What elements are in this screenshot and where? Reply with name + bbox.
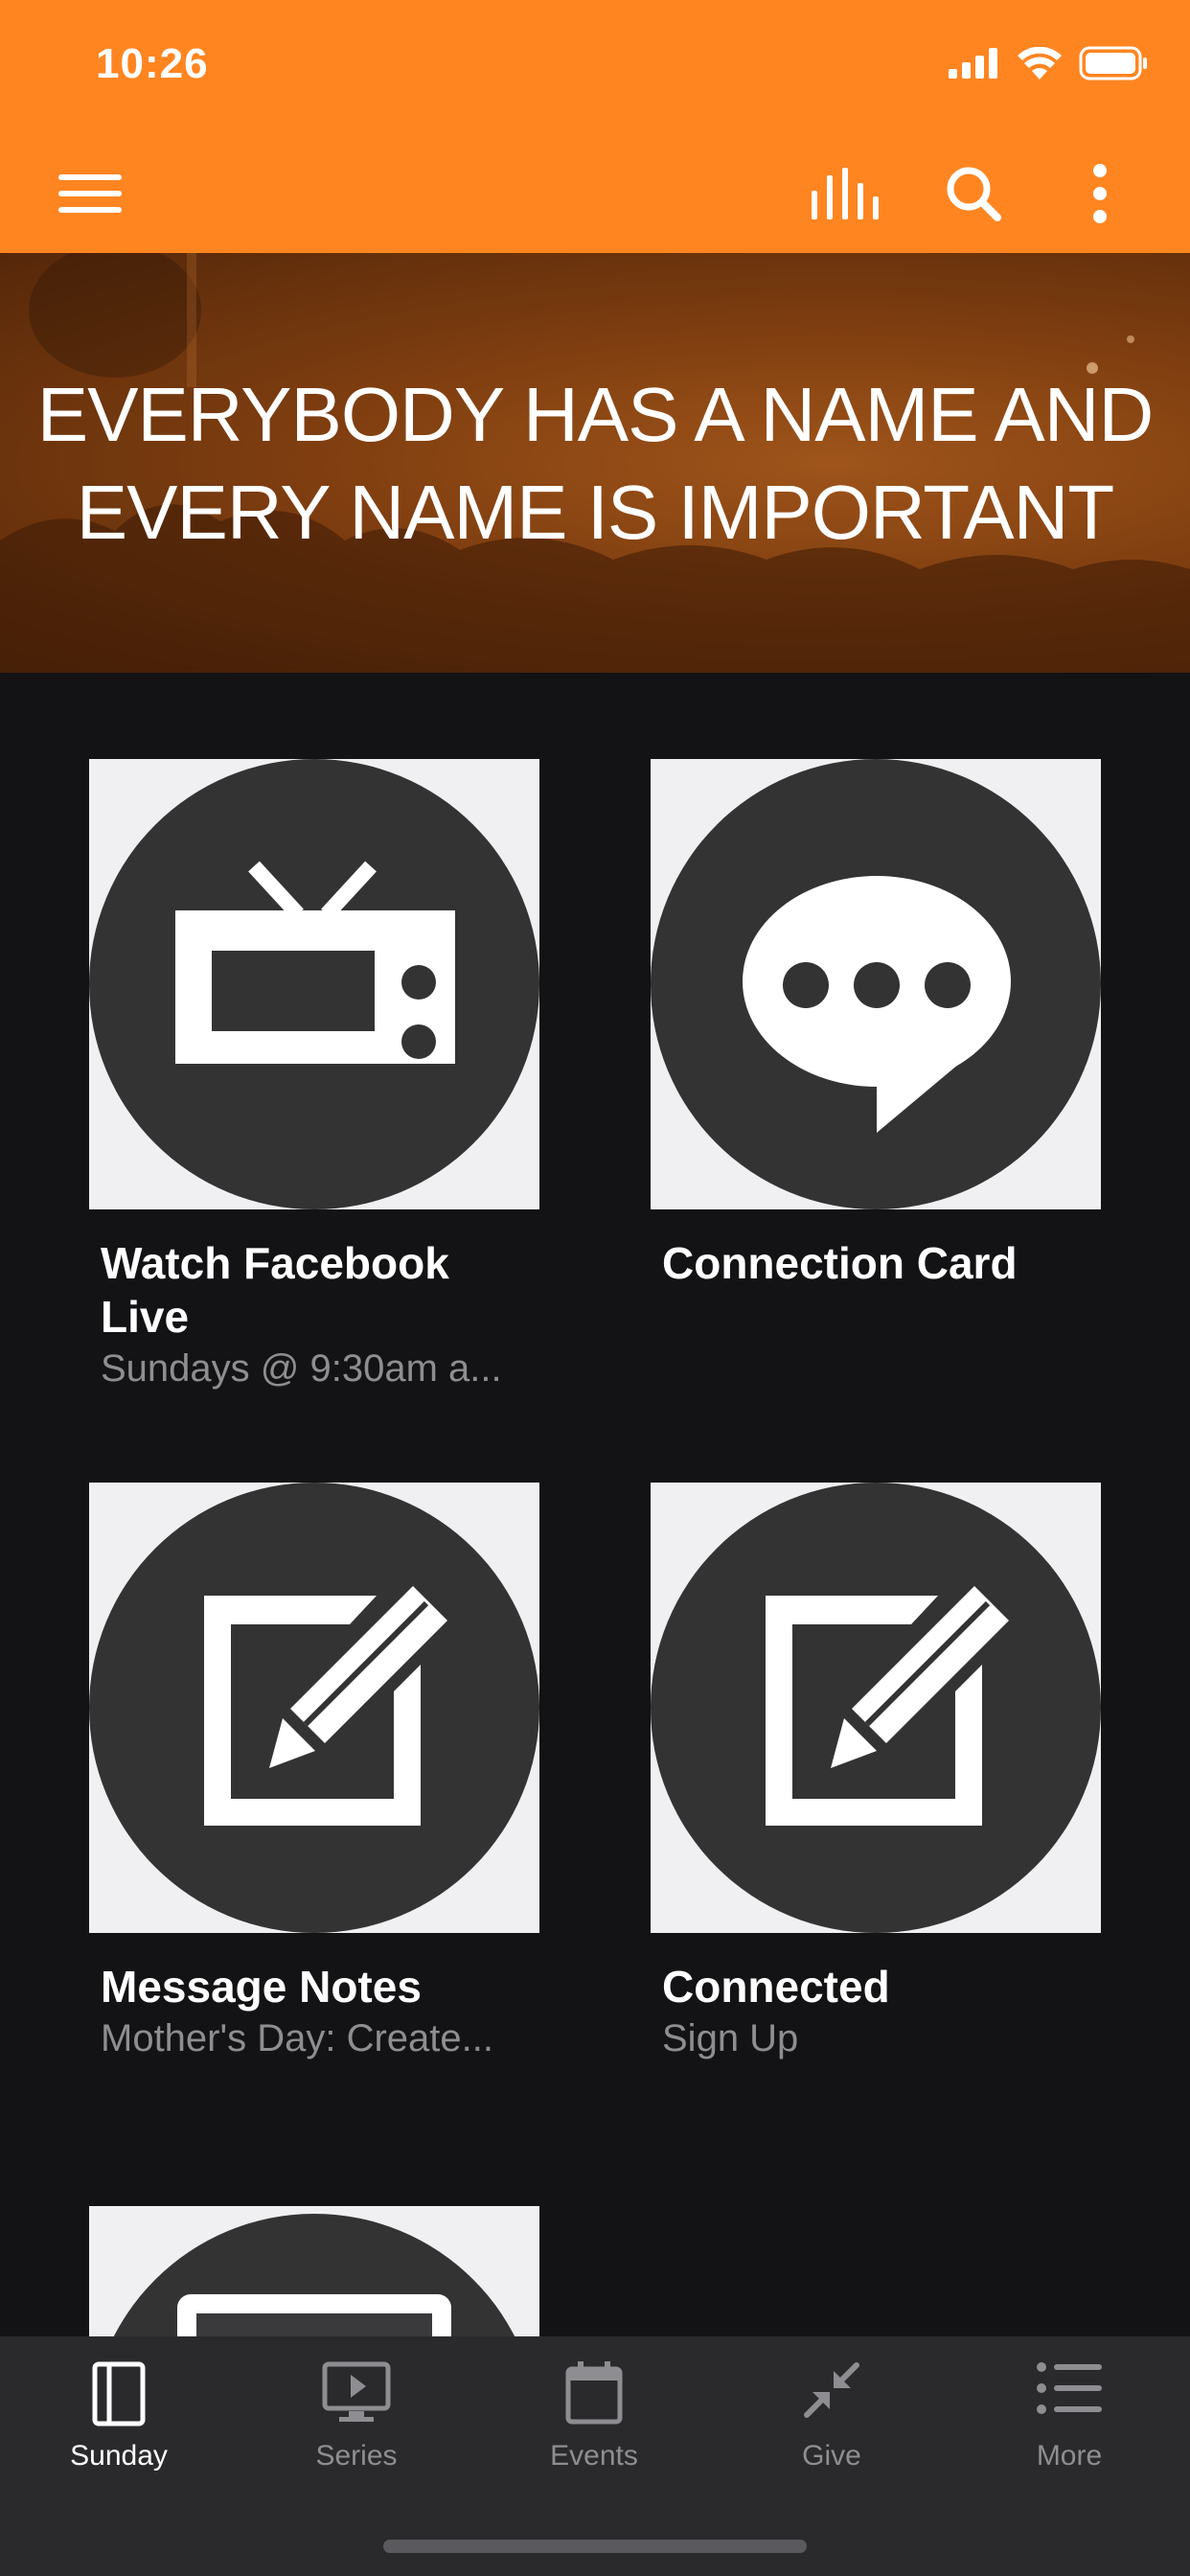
tab-label: Series [315, 2440, 398, 2472]
tab-label: More [1036, 2440, 1103, 2472]
tile-thumbnail [651, 759, 1101, 1209]
tile-thumbnail [89, 2206, 539, 2336]
hero-banner[interactable]: EVERYBODY HAS A NAME AND EVERY NAME IS I… [0, 253, 1190, 673]
tile-subtitle: Sign Up [662, 2017, 799, 2059]
status-bar: 10:26 [0, 0, 1190, 134]
tile-title: Connected [662, 1962, 890, 2012]
cellular-signal-icon [949, 48, 997, 79]
tile-title: Watch Facebook Live [101, 1238, 449, 1342]
tile-thumbnail [651, 1483, 1101, 1933]
tab-series[interactable]: Series [238, 2336, 475, 2499]
tile-watch-facebook-live[interactable]: Watch Facebook Live Sundays @ 9:30am a..… [89, 759, 539, 1393]
status-time: 10:26 [96, 40, 209, 87]
tile-thumbnail [89, 759, 539, 1209]
tile-message-notes[interactable]: Message Notes Mother's Day: Create... [89, 1483, 539, 2063]
tile-thumbnail [89, 1483, 539, 1933]
tile-title: Message Notes [101, 1962, 422, 2012]
audio-bars-icon[interactable] [811, 159, 880, 228]
speech-bubble-icon [743, 876, 1011, 1133]
hero-line-2: EVERY NAME IS IMPORTANT [76, 470, 1114, 555]
home-indicator[interactable] [383, 2540, 807, 2553]
calendar-icon [565, 2361, 623, 2425]
tile-subtitle: Sundays @ 9:30am a... [101, 1347, 502, 1390]
collapse-arrows-icon [804, 2362, 859, 2418]
hero-headline: EVERYBODY HAS A NAME AND EVERY NAME IS I… [0, 366, 1190, 562]
tile-title: Connection Card [662, 1238, 1018, 1288]
tile-partial[interactable] [89, 2206, 539, 2336]
tab-give[interactable]: Give [713, 2336, 950, 2499]
book-icon [92, 2361, 146, 2426]
tab-sunday[interactable]: Sunday [0, 2336, 238, 2499]
search-icon[interactable] [939, 159, 1008, 228]
tab-events[interactable]: Events [475, 2336, 713, 2499]
tile-connection-card[interactable]: Connection Card [651, 759, 1101, 1290]
tab-label: Sunday [70, 2440, 168, 2472]
tab-more[interactable]: More [950, 2336, 1188, 2499]
play-screen-icon [322, 2361, 391, 2422]
tab-label: Give [802, 2440, 861, 2472]
tile-connected[interactable]: Connected Sign Up [651, 1483, 1101, 2063]
app-bar [0, 134, 1190, 253]
tab-label: Events [550, 2440, 638, 2472]
hamburger-menu-icon[interactable] [56, 159, 125, 228]
list-icon [1037, 2362, 1102, 2414]
tv-icon [175, 861, 455, 1064]
edit-note-icon [204, 1586, 447, 1826]
tile-subtitle: Mother's Day: Create... [101, 2017, 493, 2059]
edit-note-icon [766, 1586, 1009, 1826]
more-vertical-icon[interactable] [1065, 159, 1134, 228]
status-icons [949, 46, 1148, 80]
wifi-icon [1018, 47, 1062, 80]
device-icon [177, 2294, 451, 2336]
battery-icon [1079, 46, 1147, 80]
hero-line-1: EVERYBODY HAS A NAME AND [36, 372, 1155, 457]
